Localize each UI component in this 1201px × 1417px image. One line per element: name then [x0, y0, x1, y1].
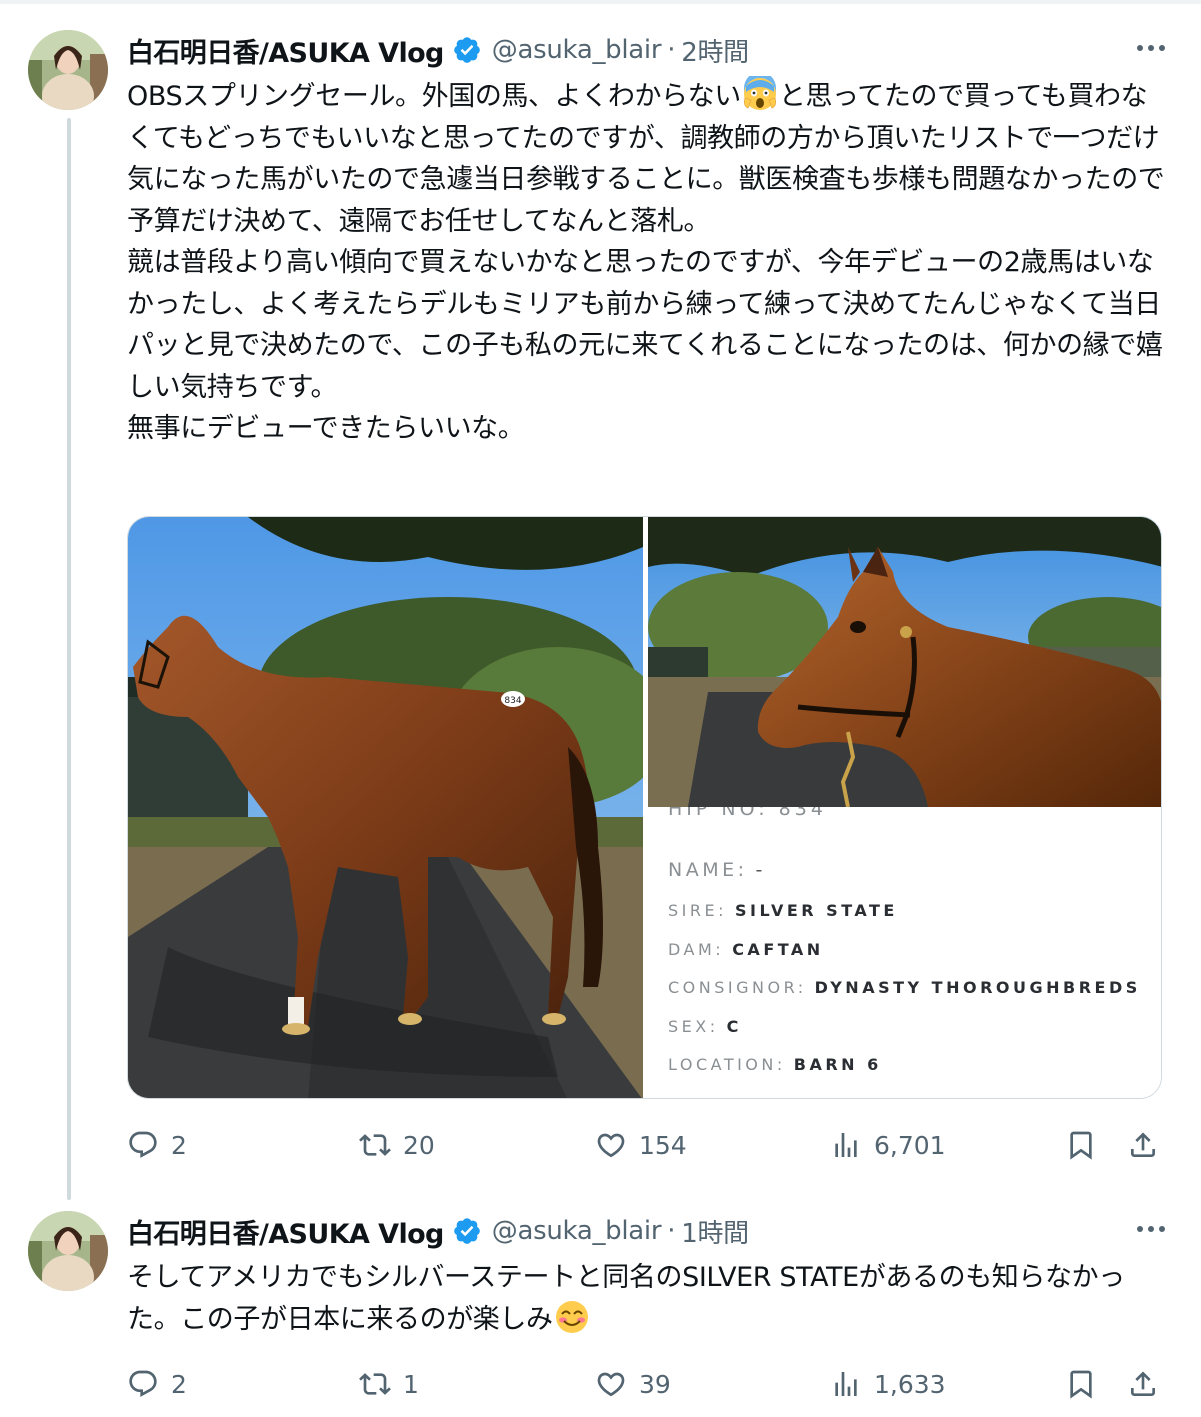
repost-button[interactable]: 20: [359, 1125, 435, 1165]
like-button[interactable]: 154: [595, 1125, 687, 1165]
repost-count: 20: [403, 1130, 435, 1160]
views-chart-icon: [835, 1372, 857, 1396]
info-sex-value: C: [726, 1017, 742, 1036]
info-sire-label: SIRE:: [668, 901, 727, 920]
bookmark-icon: [1070, 1131, 1092, 1160]
info-location-value: BARN 6: [793, 1055, 882, 1074]
share-button[interactable]: [1127, 1125, 1159, 1165]
smiling-blush-emoji-icon: [555, 1300, 588, 1333]
bookmark-button[interactable]: [1065, 1125, 1097, 1165]
views-count: 1,633: [874, 1369, 946, 1399]
share-icon: [1131, 1132, 1155, 1157]
info-sire-row: SIRE: SILVER STATE: [668, 901, 898, 920]
hip-number-label: HIP NO: 834: [668, 807, 827, 817]
bookmark-icon: [1070, 1370, 1092, 1399]
like-count: 39: [639, 1369, 671, 1399]
tweet-text-part: と思ってたので買っても買わなくてもどっちでもいいなと思ってたのですが、調教師の方…: [127, 81, 1165, 444]
heart-icon: [597, 1372, 625, 1397]
like-count: 154: [639, 1130, 687, 1160]
info-dam-row: DAM: CAFTAN: [668, 940, 824, 959]
avatar[interactable]: [28, 1211, 108, 1291]
info-dam-label: DAM:: [668, 940, 725, 959]
reply-count: 2: [171, 1130, 187, 1160]
sale-info-panel[interactable]: HIP NO: 834 NAME:- SIRE: SILVER STATE DAM…: [643, 807, 1161, 1098]
reply-button[interactable]: 2: [127, 1364, 187, 1404]
reply-icon: [129, 1131, 157, 1158]
screaming-in-fear-emoji-icon: [743, 76, 776, 110]
info-sex-row: SEX: C: [668, 1017, 742, 1036]
info-dam-value: CAFTAN: [732, 940, 824, 959]
avatar-image: [28, 1211, 108, 1291]
horse-standing-photo[interactable]: 834: [128, 517, 668, 1098]
more-options-icon[interactable]: [1131, 33, 1171, 63]
info-consignor-value: DYNASTY THOROUGHBREDS: [814, 978, 1141, 997]
info-sex-label: SEX:: [668, 1017, 719, 1036]
avatar-image: [28, 30, 108, 110]
views-button[interactable]: 6,701: [830, 1125, 946, 1165]
reply-count: 2: [171, 1369, 187, 1399]
author-name[interactable]: 白石明日香/ASUKA Vlog: [127, 1212, 444, 1251]
tweet-text: OBSスプリングセール。外国の馬、よくわからない と思ってたので買っても買わなくて…: [127, 76, 1172, 450]
tweet-actions: 2 1 39 1,633: [127, 1364, 1167, 1404]
author-handle[interactable]: @asuka_blair: [492, 35, 662, 65]
reply-icon: [129, 1370, 157, 1397]
reply-button[interactable]: 2: [127, 1125, 187, 1165]
repost-count: 1: [403, 1369, 419, 1399]
repost-icon: [359, 1134, 391, 1156]
separator-dot: ·: [667, 1216, 676, 1246]
share-button[interactable]: [1127, 1364, 1159, 1404]
info-consignor-row: CONSIGNOR: DYNASTY THOROUGHBREDS: [668, 978, 1141, 997]
thread-connector-line: [67, 118, 71, 1200]
hip-number-tag: 834: [504, 696, 521, 706]
verified-badge-icon[interactable]: [452, 35, 482, 65]
views-button[interactable]: 1,633: [830, 1364, 946, 1404]
tweet-text-part: OBSスプリングセール。外国の馬、よくわからない: [127, 81, 741, 112]
tweet-header: 白石明日香/ASUKA Vlog @asuka_blair · 2時間: [127, 30, 749, 70]
repost-button[interactable]: 1: [359, 1364, 419, 1404]
info-location-label: LOCATION:: [668, 1055, 786, 1074]
info-name-value: -: [755, 859, 766, 881]
views-chart-icon: [835, 1133, 857, 1157]
tweet-header: 白石明日香/ASUKA Vlog @asuka_blair · 1時間: [127, 1211, 749, 1251]
info-sire-value: SILVER STATE: [735, 901, 898, 920]
views-count: 6,701: [874, 1130, 946, 1160]
author-handle[interactable]: @asuka_blair: [492, 1216, 662, 1246]
heart-icon: [597, 1133, 625, 1158]
like-button[interactable]: 39: [595, 1364, 671, 1404]
separator-dot: ·: [667, 35, 676, 65]
author-name[interactable]: 白石明日香/ASUKA Vlog: [127, 31, 444, 70]
timestamp[interactable]: 1時間: [681, 1213, 749, 1250]
media-grid[interactable]: 834 NAME: - SIRE: SILVER STATE DAM: CAFT…: [127, 516, 1162, 1099]
more-options-icon[interactable]: [1131, 1214, 1171, 1244]
info-consignor-label: CONSIGNOR:: [668, 978, 807, 997]
repost-icon: [359, 1373, 391, 1395]
verified-badge-icon[interactable]: [452, 1216, 482, 1246]
info-name-row: NAME: -: [668, 859, 766, 881]
avatar[interactable]: [28, 30, 108, 110]
info-name-label: NAME:: [668, 859, 748, 881]
horse-head-photo[interactable]: [648, 517, 1161, 807]
tweet-actions: 2 20 154 6,701: [127, 1125, 1167, 1165]
share-icon: [1131, 1371, 1155, 1396]
tweet-text: そしてアメリカでもシルバーステートと同名のSILVER STATEがあるのも知ら…: [127, 1257, 1172, 1340]
tweet-text-part: そしてアメリカでもシルバーステートと同名のSILVER STATEがあるのも知ら…: [127, 1262, 1125, 1335]
top-divider: [0, 0, 1201, 4]
info-location-row: LOCATION: BARN 6: [668, 1055, 882, 1074]
timestamp[interactable]: 2時間: [681, 32, 749, 69]
bookmark-button[interactable]: [1065, 1364, 1097, 1404]
